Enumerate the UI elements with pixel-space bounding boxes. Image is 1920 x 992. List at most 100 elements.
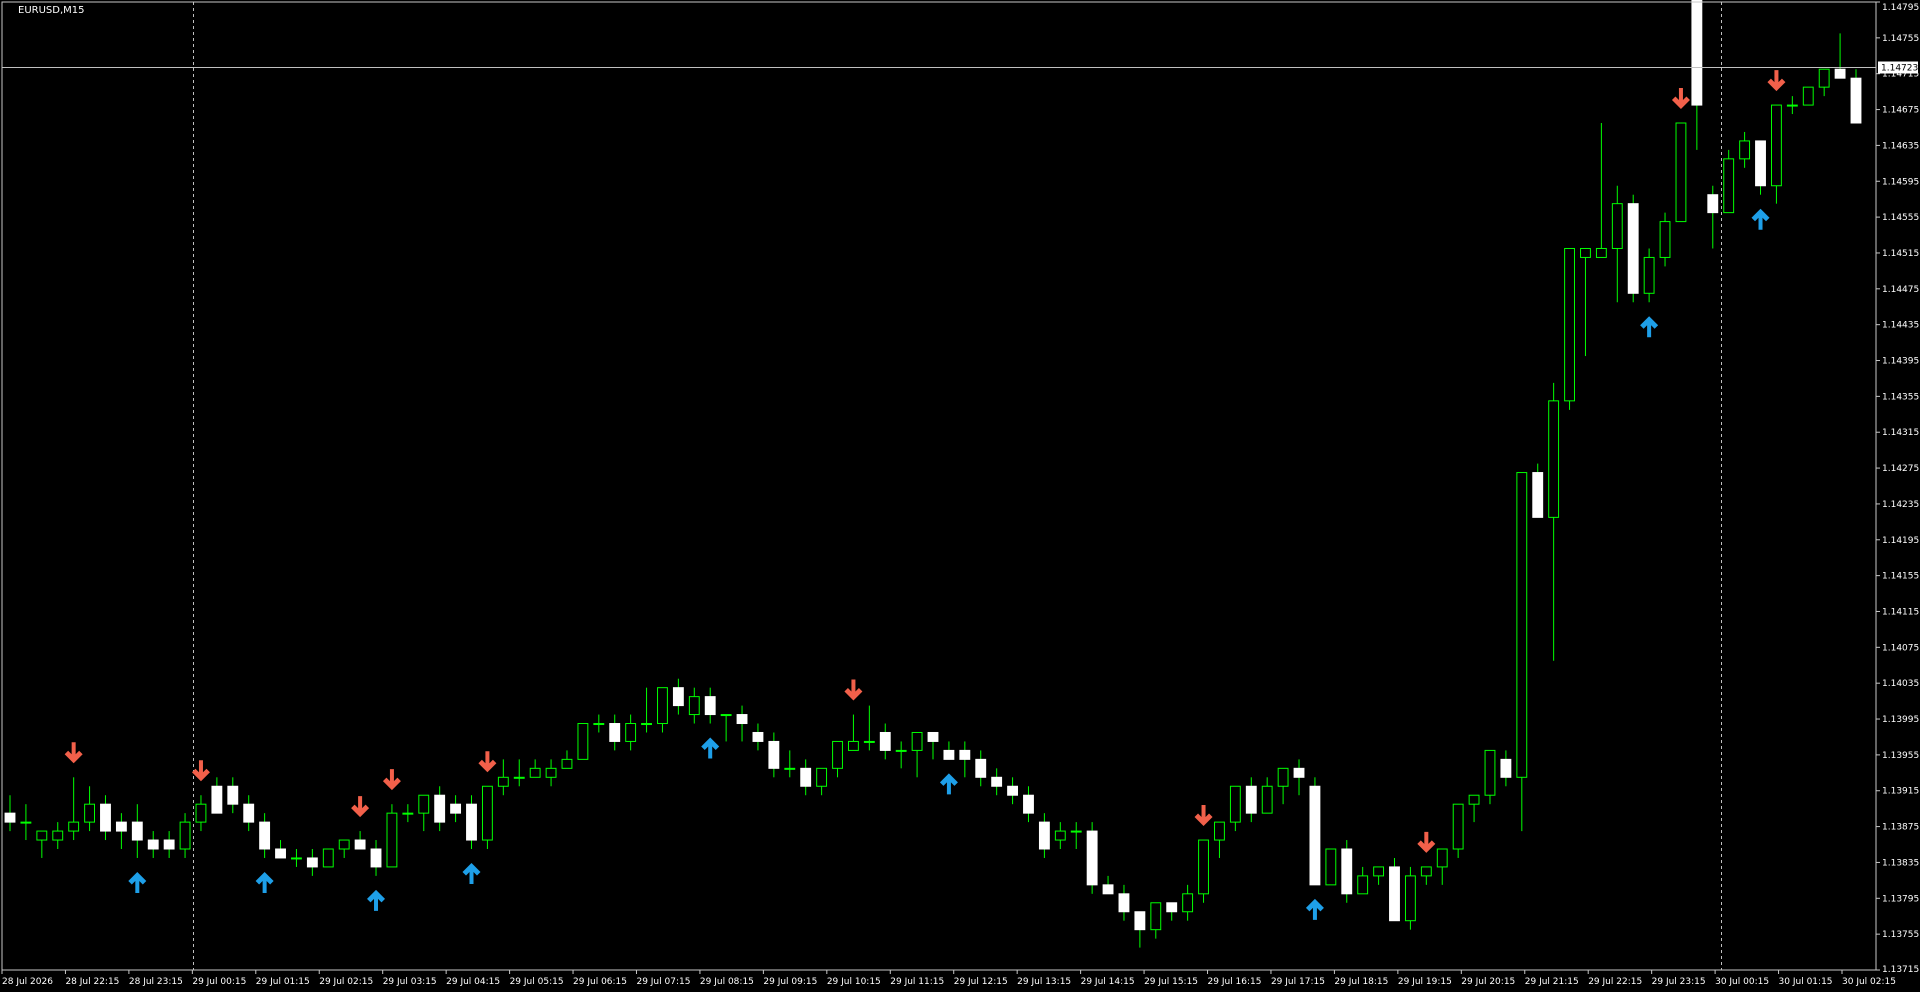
candle-body-bull [832,740,843,769]
price-tick-label: 1.14795 [1882,3,1919,13]
candle-36 [577,723,589,760]
candle-body-bear [736,714,748,725]
time-tick-label: 29 Jul 05:15 [510,977,564,987]
candle-body-bear [959,749,971,760]
candle-body-bear [450,803,462,814]
price-tick-label: 1.13755 [1882,930,1919,940]
time-tick-label: 28 Jul 23:15 [129,977,183,987]
candle-body-bear [434,794,446,823]
candle-body-bear [306,857,318,868]
candle-body-bull [545,767,557,778]
candle-body-bull [1548,400,1560,518]
candle-body-bear [466,803,477,841]
candle-body-bull [84,803,96,823]
candle-body-bull [720,714,732,717]
candle-body-bull [529,767,541,778]
time-tick-label: 29 Jul 08:15 [700,977,754,987]
candle-body-bear [991,776,1003,787]
price-chart[interactable]: 1.147951.147551.147151.146751.146351.145… [0,0,1920,988]
candle-body-bull [816,767,828,787]
candle-body-bear [1532,472,1544,518]
candle-24 [386,804,398,868]
candle-body-bear [243,803,255,823]
candle-20 [322,848,334,868]
price-tick-label: 1.13955 [1882,751,1919,761]
candle-87 [1389,857,1400,922]
candle-body-bull [625,723,637,742]
candle-body-bear [1293,767,1305,778]
candle-body-bull [1214,821,1225,841]
price-tick-label: 1.13715 [1882,965,1919,975]
candle-body-bull [1229,785,1241,823]
candle-body-bear [1500,758,1512,778]
candle-83 [1325,848,1337,886]
candle-body-bear [943,749,955,760]
candle-body-bull [1277,767,1289,787]
candle-body-bear [1166,902,1178,913]
candle-body-bull [593,723,605,726]
candle-body-bear [1023,794,1034,814]
current-price-tag-label: 1.14723 [1881,64,1918,74]
candle-body-bull [1261,785,1273,814]
time-tick-label: 29 Jul 15:15 [1144,977,1198,987]
price-tick-label: 1.14075 [1882,643,1919,653]
candle-body-bull [847,740,859,751]
candle-body-bull [657,687,668,725]
candle-113 [1802,86,1814,106]
price-tick-label: 1.14675 [1882,106,1919,116]
candle-body-bear [163,839,175,850]
candle-body-bear [1755,140,1766,187]
symbol-label: EURUSD,M15 [18,5,84,16]
candle-102 [1627,194,1639,303]
candle-body-bear [752,731,764,742]
price-tick-label: 1.14595 [1882,177,1919,187]
time-tick-label: 29 Jul 10:15 [827,977,881,987]
candle-body-bear [1707,194,1719,214]
candle-75 [1198,839,1209,903]
candle-body-bull [1611,203,1623,249]
candle-body-bear [100,803,111,832]
candle-body-bull [911,731,923,751]
candle-body-bull [895,749,907,752]
price-tick-label: 1.13875 [1882,823,1919,833]
candle-body-bear [131,821,143,841]
price-tick-label: 1.14235 [1882,500,1919,510]
candle-body-bear [211,785,223,814]
candle-body-bear [259,821,271,850]
candle-body-bull [1436,848,1448,868]
candle-body-bear [975,758,987,778]
candle-body-bear [1309,785,1321,886]
time-tick-label: 29 Jul 16:15 [1208,977,1262,987]
time-tick-label: 29 Jul 20:15 [1461,977,1515,987]
price-tick-label: 1.14435 [1882,321,1919,331]
candle-body-bear [227,785,239,805]
candle-body-bull [36,830,48,841]
candle-body-bull [1373,866,1385,877]
candle-body-bull [1580,247,1591,258]
time-tick-label: 29 Jul 19:15 [1398,977,1452,987]
candle-body-bull [179,821,191,850]
candle-108 [1723,149,1735,214]
candle-88 [1404,866,1416,930]
candle-body-bear [879,731,891,751]
price-tick-label: 1.13995 [1882,715,1919,725]
candle-body-bull [1659,221,1671,258]
candle-body-bear [1850,77,1862,124]
price-tick-label: 1.13835 [1882,858,1919,868]
price-tick-label: 1.14115 [1882,607,1919,617]
candle-body-bull [1564,247,1575,402]
candle-body-bull [1404,875,1416,922]
time-tick-label: 29 Jul 04:15 [446,977,500,987]
price-tick-label: 1.14635 [1882,141,1919,151]
candle-body-bull [338,839,350,850]
candle-body-bear [1389,866,1400,922]
candle-body-bull [1643,256,1655,294]
candle-body-bull [1675,122,1687,223]
candle-body-bear [768,740,780,769]
chart-window[interactable]: 1.14795 1.14755 1.14715 1.14675 1.14635 1.145… [0,0,1920,988]
time-tick-label: 29 Jul 02:15 [319,977,373,987]
price-tick-label: 1.14515 [1882,249,1919,259]
candle-body-bull [195,803,207,823]
candle-body-bear [4,812,16,823]
candle-30 [481,785,493,849]
